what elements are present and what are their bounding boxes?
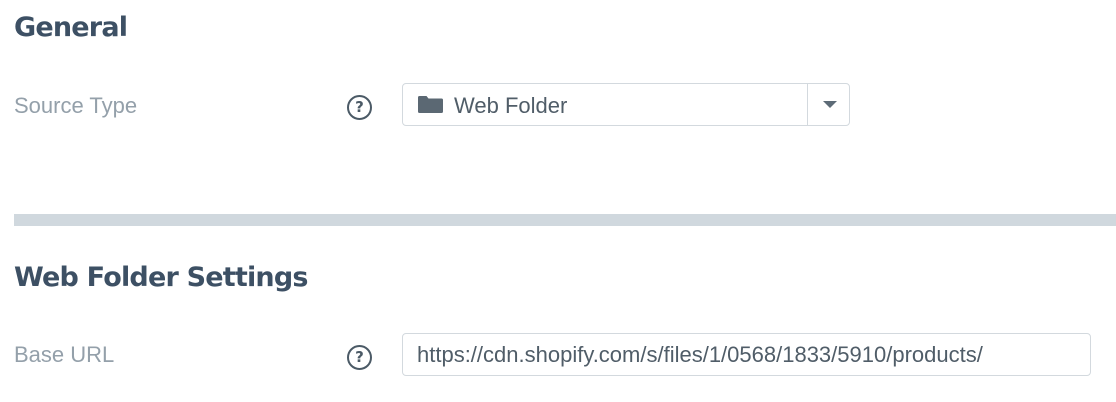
select-divider	[807, 84, 808, 125]
general-section-title: General	[14, 12, 128, 43]
section-divider	[14, 214, 1116, 226]
base-url-input[interactable]	[402, 333, 1091, 376]
source-type-selected-value: Web Folder	[454, 93, 568, 118]
base-url-help-icon[interactable]: ?	[347, 345, 372, 370]
source-type-label: Source Type	[14, 93, 138, 118]
source-type-help-icon[interactable]: ?	[347, 95, 372, 120]
caret-down-icon[interactable]	[823, 101, 837, 108]
base-url-label: Base URL	[14, 342, 115, 367]
folder-icon	[418, 96, 443, 113]
web-folder-settings-title: Web Folder Settings	[14, 262, 308, 293]
source-type-select[interactable]: Web Folder	[402, 83, 850, 126]
